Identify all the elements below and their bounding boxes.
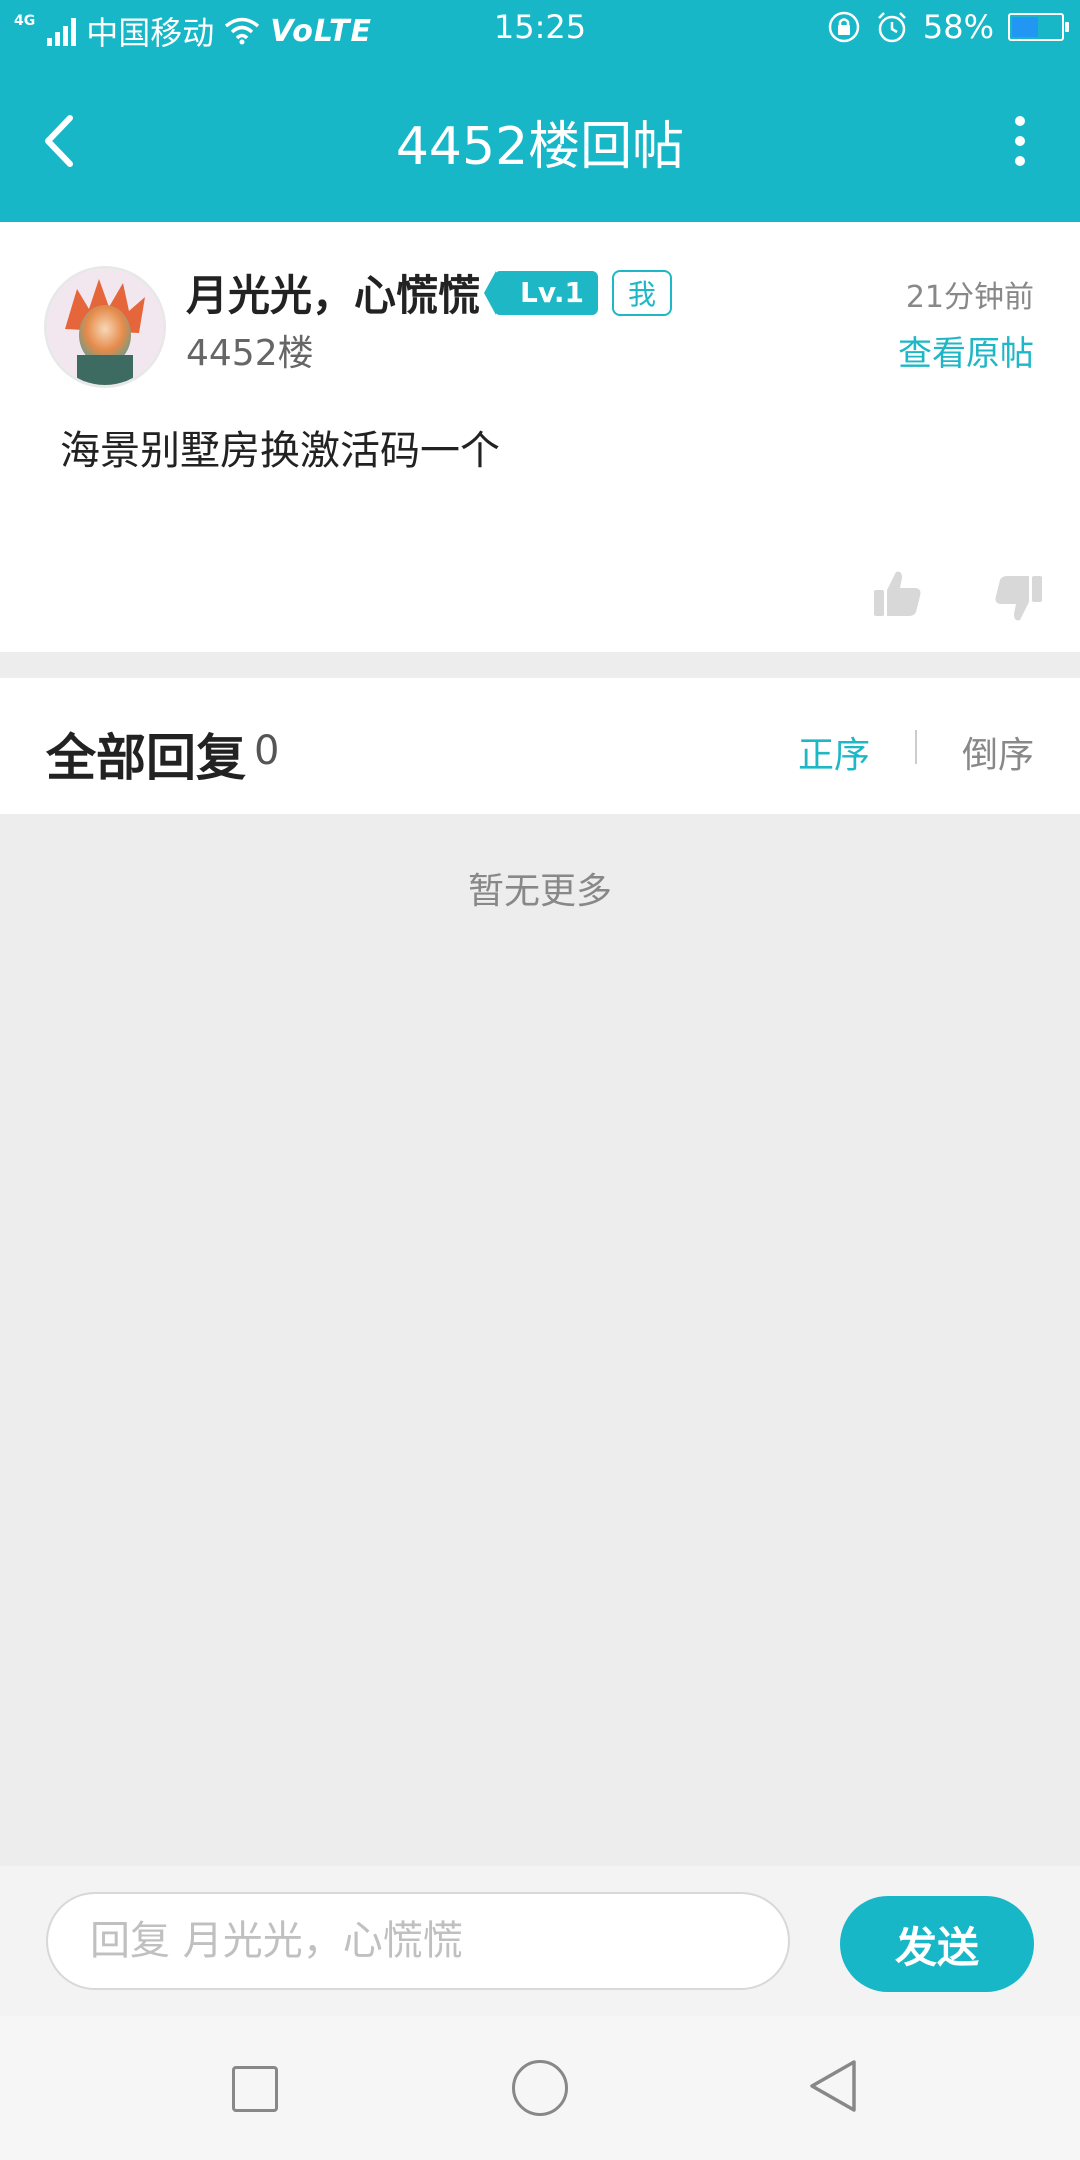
replies-header: 全部回复 0 正序 倒序 <box>0 678 1080 814</box>
more-vertical-icon <box>1015 116 1025 166</box>
thumbs-up-icon <box>874 571 921 616</box>
post-card: 月光光，心慌慌 Lv.1 我 4452楼 21分钟前 查看原帖 海景别墅房换激活… <box>0 222 1080 652</box>
empty-state-text: 暂无更多 <box>467 871 612 912</box>
sort-divider <box>915 730 917 764</box>
nav-bar: 4452楼回帖 <box>0 56 1080 222</box>
author-name[interactable]: 月光光，心慌慌 <box>186 262 480 323</box>
app-header: 4G 中国移动 VoLTE 15:25 58% 4452楼回帖 <box>0 0 1080 222</box>
post-time: 21分钟前 <box>905 280 1034 315</box>
system-back-icon[interactable] <box>806 2056 860 2120</box>
battery-percent: 58% <box>922 8 994 46</box>
me-badge: 我 <box>611 269 672 316</box>
battery-icon <box>1008 13 1069 41</box>
recent-apps-icon[interactable] <box>232 2066 278 2112</box>
level-badge: Lv.1 <box>484 270 598 315</box>
send-button[interactable]: 发送 <box>840 1896 1034 1992</box>
rotation-lock-icon <box>828 11 860 43</box>
system-nav-bar <box>0 2016 1080 2160</box>
like-button[interactable] <box>872 568 924 624</box>
replies-count: 0 <box>254 728 280 774</box>
floor-number: 4452楼 <box>186 333 314 374</box>
dislike-button[interactable] <box>992 572 1044 628</box>
reply-bar: 发送 <box>0 1866 1080 2016</box>
more-button[interactable] <box>1000 106 1040 176</box>
post-content: 海景别墅房换激活码一个 <box>60 428 500 474</box>
replies-title: 全部回复 <box>46 729 246 787</box>
sort-descending-button[interactable]: 倒序 <box>962 726 1034 778</box>
page-title: 4452楼回帖 <box>395 117 685 177</box>
home-icon[interactable] <box>512 2060 568 2116</box>
sort-ascending-button[interactable]: 正序 <box>798 726 870 778</box>
reply-input[interactable] <box>46 1892 790 1990</box>
avatar[interactable] <box>44 266 166 388</box>
alarm-icon <box>877 12 906 43</box>
status-bar: 4G 中国移动 VoLTE 15:25 58% <box>0 0 1080 56</box>
thumbs-down-icon <box>995 576 1042 621</box>
view-original-link[interactable]: 查看原帖 <box>898 326 1034 375</box>
